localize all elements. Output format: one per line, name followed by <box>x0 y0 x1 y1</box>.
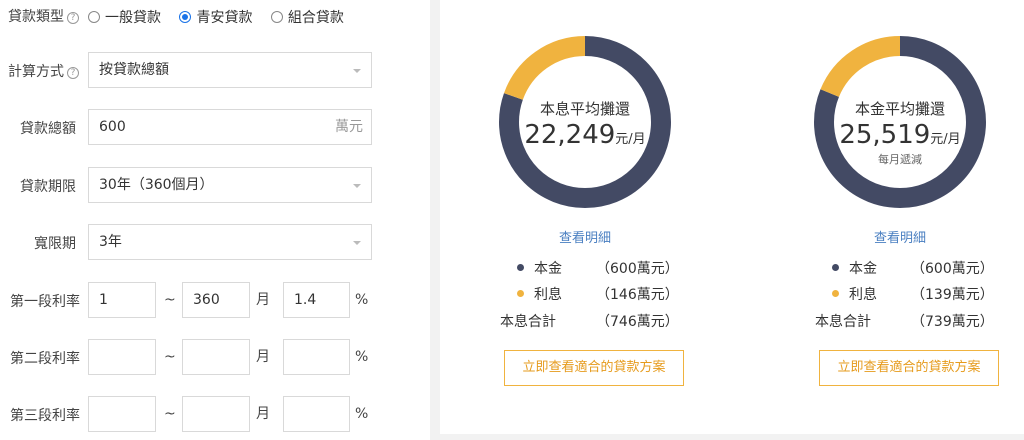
legend-principal: 本金 （600萬元） <box>517 258 679 278</box>
loan-total-input[interactable]: 600 萬元 <box>88 109 372 145</box>
rate2-label: 第二段利率 <box>10 351 80 367</box>
grace-label: 寬限期 <box>34 236 76 252</box>
principal-dot-icon <box>832 264 839 271</box>
rate1-label: 第一段利率 <box>10 294 80 310</box>
help-icon[interactable]: ? <box>67 12 79 24</box>
legend-total: 本息合計 （739萬元） <box>815 314 994 330</box>
radio-icon <box>88 11 100 23</box>
percent-unit: % <box>355 349 369 365</box>
loan-term-label: 貸款期限 <box>20 179 76 195</box>
view-loan-plans-button[interactable]: 立即查看適合的貸款方案 <box>819 350 999 386</box>
principal-dot-icon <box>517 264 524 271</box>
rate2-from-input[interactable] <box>88 339 156 375</box>
calc-method-select[interactable]: 按貸款總額 <box>88 52 372 88</box>
results-panel: 本息平均攤還 22,249元/月 查看明細 本金 （600萬元） 利息 （146… <box>440 0 1024 434</box>
rate3-label: 第三段利率 <box>10 408 80 424</box>
legend-interest: 利息 （139萬元） <box>832 284 994 304</box>
radio-icon <box>270 11 283 23</box>
repayment-method-title: 本金平均攤還 <box>854 100 945 118</box>
rate2-to-input[interactable] <box>182 339 250 375</box>
rate1-rate-input[interactable]: 1.4 <box>283 282 350 318</box>
radio-checked-icon <box>179 11 192 23</box>
month-unit: 月 <box>256 349 270 365</box>
view-loan-plans-button[interactable]: 立即查看適合的貸款方案 <box>504 350 684 386</box>
loan-term-select[interactable]: 30年（360個月） <box>88 167 372 203</box>
loan-total-label: 貸款總額 <box>20 121 76 137</box>
radio-youth-loan[interactable]: 青安貸款 <box>179 7 252 27</box>
percent-unit: % <box>355 292 369 308</box>
repayment-method-title: 本息平均攤還 <box>539 100 630 118</box>
unit-suffix: 萬元 <box>335 119 363 135</box>
rate2-row: 第二段利率 ~ 月 % <box>0 339 430 375</box>
percent-unit: % <box>355 406 369 422</box>
rate1-from-input[interactable]: 1 <box>88 282 156 318</box>
rate3-from-input[interactable] <box>88 396 156 432</box>
rate3-row: 第三段利率 ~ 月 % <box>0 396 430 432</box>
loan-total-row: 貸款總額 600 萬元 <box>0 109 430 145</box>
donut-center-label: 本息平均攤還 22,249元/月 <box>495 98 675 151</box>
tilde: ~ <box>164 406 176 422</box>
grace-select[interactable]: 3年 <box>88 224 372 260</box>
help-icon[interactable]: ? <box>67 67 79 79</box>
loan-type-radio-group: 一般貸款 青安貸款 組合貸款 <box>88 7 358 27</box>
legend-principal: 本金 （600萬元） <box>832 258 994 278</box>
rate3-rate-input[interactable] <box>283 396 350 432</box>
loan-type-label: 貸款類型? <box>8 6 79 26</box>
view-details-link[interactable]: 查看明細 <box>525 227 645 246</box>
month-unit: 月 <box>256 292 270 308</box>
calc-method-row: 計算方式? 按貸款總額 <box>0 52 430 88</box>
rate3-to-input[interactable] <box>182 396 250 432</box>
loan-term-row: 貸款期限 30年（360個月） <box>0 167 430 203</box>
loan-form-panel: 貸款類型? 一般貸款 青安貸款 組合貸款 計算方式? 按貸款總額 貸款總額 60… <box>0 0 430 440</box>
legend-interest: 利息 （146萬元） <box>517 284 679 304</box>
monthly-decrease-note: 每月遞減 <box>878 153 922 166</box>
grace-row: 寬限期 3年 <box>0 224 430 260</box>
view-details-link[interactable]: 查看明細 <box>840 227 960 246</box>
monthly-amount: 22,249元/月 <box>524 120 646 150</box>
interest-dot-icon <box>517 290 524 297</box>
legend-total: 本息合計 （746萬元） <box>500 314 679 330</box>
calc-method-label: 計算方式? <box>8 61 79 81</box>
monthly-amount: 25,519元/月 <box>839 120 961 150</box>
rate1-row: 第一段利率 1 ~ 360 月 1.4 % <box>0 282 430 318</box>
radio-combined-loan[interactable]: 組合貸款 <box>270 7 344 27</box>
radio-general-loan[interactable]: 一般貸款 <box>88 7 161 27</box>
interest-dot-icon <box>832 290 839 297</box>
donut-center-label: 本金平均攤還 25,519元/月 每月遞減 <box>810 98 990 167</box>
tilde: ~ <box>164 292 176 308</box>
rate1-to-input[interactable]: 360 <box>182 282 250 318</box>
month-unit: 月 <box>256 406 270 422</box>
rate2-rate-input[interactable] <box>283 339 350 375</box>
tilde: ~ <box>164 349 176 365</box>
loan-type-row: 貸款類型? 一般貸款 青安貸款 組合貸款 <box>0 2 430 26</box>
